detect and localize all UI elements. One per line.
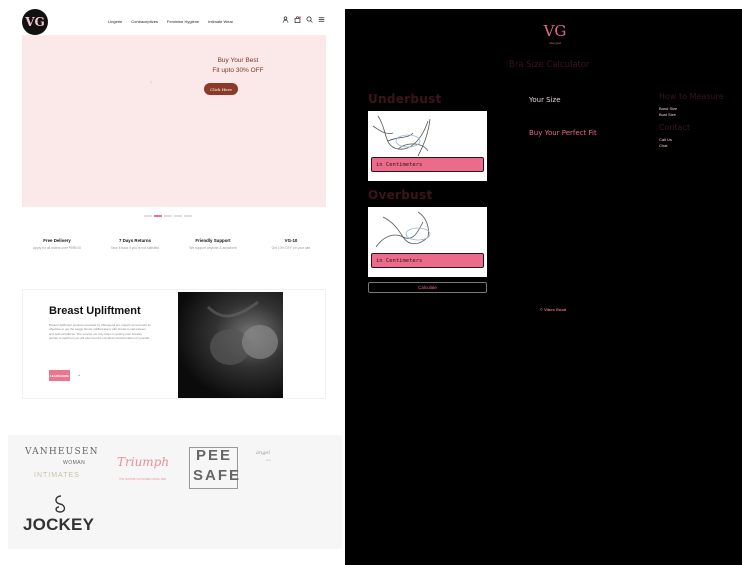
uplift-description: Breast Upliftment services provided by V… xyxy=(49,323,151,340)
user-icon[interactable] xyxy=(282,16,289,23)
feature-title: VG-10 xyxy=(284,238,298,243)
overbust-heading: Overbust xyxy=(368,188,433,202)
learn-more-button[interactable]: LEARN MORE xyxy=(49,370,70,381)
uplift-photo xyxy=(178,292,283,398)
brand-vanheusen-woman: WOMAN xyxy=(63,460,86,466)
contact-heading: Contact xyxy=(659,123,691,132)
slider-dot[interactable] xyxy=(144,215,152,217)
slider-dot[interactable] xyxy=(164,215,172,217)
overbust-input[interactable]: in Centimeters xyxy=(371,253,484,268)
site-header: VG Lingerie Contraceptives Feminine Hygi… xyxy=(0,0,345,36)
your-size-label: Your Size xyxy=(529,96,561,104)
nav-item-intimate-wear[interactable]: Intimate Wear xyxy=(208,19,233,24)
feature-subtitle: Get 10% OFF on your cart xyxy=(271,246,311,250)
uplift-title: Breast Upliftment xyxy=(49,305,141,317)
feature-title: Free Delivery xyxy=(43,238,71,243)
brand-angel-sub: sexy xyxy=(266,459,272,462)
feature-subtitle: Take it back if you're not satisfied xyxy=(110,246,160,250)
calc-title: Bra Size Calculator xyxy=(509,60,590,70)
underbust-heading: Underbust xyxy=(368,92,442,106)
chat-link[interactable]: Chat xyxy=(659,143,667,148)
uplift-photo-graphic xyxy=(206,300,278,365)
feature-coupon: VG-10 Get 10% OFF on your cart xyxy=(251,238,331,250)
brand-vanheusen[interactable]: VANHEUSEN xyxy=(25,447,99,457)
hero-headline: Buy Your Best xyxy=(217,57,259,64)
calc-logo-sub: vibes good xyxy=(548,42,562,45)
search-icon[interactable] xyxy=(306,16,313,23)
nav-item-lingerie[interactable]: Lingerie xyxy=(108,19,122,24)
hero-cta-button[interactable]: Click Here xyxy=(204,83,238,95)
call-us-link[interactable]: Call Us xyxy=(659,137,672,142)
brand-vanheusen-intimates: INTIMATES xyxy=(34,472,80,479)
feature-title: 7 Days Returns xyxy=(119,238,151,243)
slider-dot[interactable] xyxy=(184,215,192,217)
feature-free-delivery: Free Delivery Apply for all orders over … xyxy=(17,238,97,250)
shop-page: VG Lingerie Contraceptives Feminine Hygi… xyxy=(0,0,345,565)
calculate-button[interactable]: Calculate xyxy=(368,282,487,293)
feature-support: Friendly Support We support anytime & an… xyxy=(173,238,253,250)
buy-perfect-fit-link[interactable]: Buy Your Perfect Fit xyxy=(529,129,597,137)
feature-title: Friendly Support xyxy=(195,238,231,243)
main-nav: Lingerie Contraceptives Feminine Hygiene… xyxy=(108,19,233,24)
nav-item-feminine-hygiene[interactable]: Feminine Hygiene xyxy=(167,19,199,24)
hero-prev-icon[interactable]: ‹ xyxy=(150,80,152,86)
copyright-symbol: © xyxy=(540,307,543,312)
slider-dots xyxy=(144,215,192,217)
brand-peesafe-top: PEE xyxy=(195,447,232,464)
feature-returns: 7 Days Returns Take it back if you're no… xyxy=(95,238,175,250)
arrow-right-icon[interactable]: → xyxy=(76,372,81,378)
calc-logo[interactable]: VG xyxy=(541,22,569,42)
hero-banner xyxy=(22,35,326,207)
slider-dot[interactable] xyxy=(174,215,182,217)
site-logo[interactable]: VG xyxy=(22,9,48,35)
feature-subtitle: We support anytime & anywhere xyxy=(189,246,237,250)
bust-size-link[interactable]: Bust Size xyxy=(659,112,676,117)
feature-subtitle: Apply for all orders over ₹999.00 xyxy=(33,246,81,250)
calc-footer: © Vibes Good xyxy=(540,307,566,312)
how-to-measure-heading: How to Measure xyxy=(659,92,724,101)
jockey-logo-icon xyxy=(55,495,66,513)
slider-dot[interactable] xyxy=(154,215,162,217)
brand-triumph[interactable]: Triumph xyxy=(117,455,169,469)
brand-triumph-tagline: THE SUPPORT OF WOMEN SINCE 1886 xyxy=(119,478,167,481)
bag-icon[interactable] xyxy=(294,16,301,23)
menu-icon[interactable] xyxy=(318,16,325,23)
brand-angel[interactable]: ángel xyxy=(256,450,270,456)
underbust-input[interactable]: in Centimeters xyxy=(371,157,484,172)
band-size-link[interactable]: Band Size xyxy=(659,106,677,111)
brand-peesafe-bottom: SAFE xyxy=(193,467,242,484)
footer-brand[interactable]: Vibes Good xyxy=(544,307,566,312)
nav-item-contraceptives[interactable]: Contraceptives xyxy=(131,19,158,24)
hero-offer: Fit upto 30% OFF xyxy=(212,67,264,74)
header-icons xyxy=(282,16,325,23)
brand-jockey[interactable]: JOCKEY xyxy=(23,515,94,535)
